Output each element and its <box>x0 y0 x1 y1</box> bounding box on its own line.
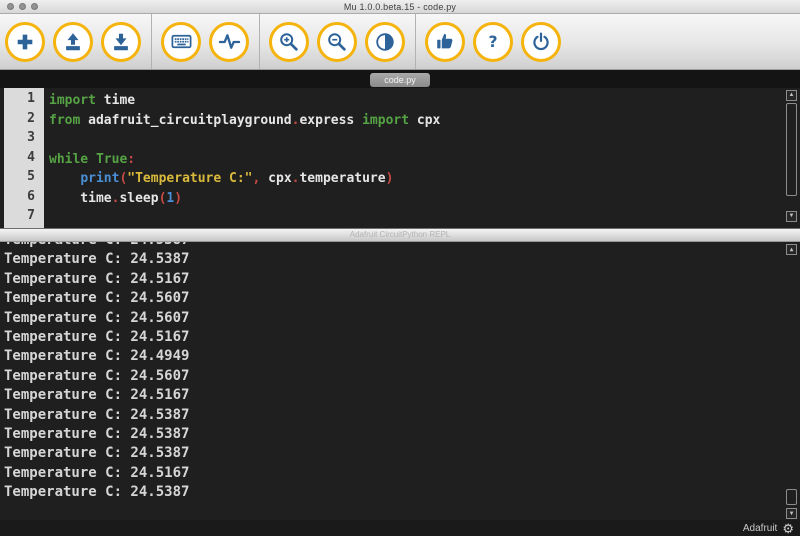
help-button[interactable]: ? <box>473 22 513 62</box>
toolbar-separator <box>415 14 416 69</box>
quit-button[interactable] <box>521 22 561 62</box>
gear-icon[interactable]: ⚙ <box>782 522 794 535</box>
upload-icon <box>62 31 84 53</box>
line-number: 3 <box>4 130 44 150</box>
scroll-down-arrow[interactable]: ▼ <box>786 508 797 519</box>
console-line: Temperature C: 24.5607 <box>4 367 800 386</box>
magnifier-minus-icon <box>326 31 348 53</box>
save-button[interactable] <box>101 22 141 62</box>
line-number: 4 <box>4 150 44 170</box>
serial-console[interactable]: Temperature C: 24.5387Temperature C: 24.… <box>0 242 800 520</box>
power-icon <box>530 31 552 53</box>
pulse-icon <box>218 30 241 53</box>
console-line: Temperature C: 24.5607 <box>4 309 800 328</box>
titlebar: Mu 1.0.0.beta.15 - code.py <box>0 0 800 14</box>
thumbs-up-icon <box>434 31 456 53</box>
close-button[interactable] <box>7 3 14 10</box>
keyboard-icon <box>170 30 193 53</box>
zoom-in-button[interactable] <box>269 22 309 62</box>
maximize-button[interactable] <box>31 3 38 10</box>
console-line: Temperature C: 24.5387 <box>4 406 800 425</box>
scroll-up-arrow[interactable]: ▲ <box>786 90 797 101</box>
question-icon: ? <box>482 31 504 53</box>
console-line: Temperature C: 24.5387 <box>4 250 800 269</box>
serial-output: Temperature C: 24.5387Temperature C: 24.… <box>4 242 800 502</box>
code-line: time.sleep(1) <box>49 189 800 209</box>
console-line: Temperature C: 24.5167 <box>4 328 800 347</box>
magnifier-plus-icon <box>278 31 300 53</box>
mu-window: Mu 1.0.0.beta.15 - code.py <box>0 0 800 536</box>
traffic-lights <box>7 3 38 10</box>
new-button[interactable] <box>5 22 45 62</box>
plus-icon <box>14 31 36 53</box>
tab-bar: code.py <box>0 70 800 88</box>
window-title: Mu 1.0.0.beta.15 - code.py <box>344 2 456 12</box>
console-line: Temperature C: 24.4949 <box>4 347 800 366</box>
download-icon <box>110 31 132 53</box>
zoom-out-button[interactable] <box>317 22 357 62</box>
mode-label[interactable]: Adafruit <box>743 523 777 534</box>
console-line: Temperature C: 24.5387 <box>4 483 800 502</box>
code-area[interactable]: import timefrom adafruit_circuitplaygrou… <box>44 88 800 228</box>
scrollbar-thumb[interactable] <box>786 489 797 505</box>
theme-button[interactable] <box>365 22 405 62</box>
code-line: print("Temperature C:", cpx.temperature) <box>49 169 800 189</box>
code-line <box>49 208 800 228</box>
check-button[interactable] <box>425 22 465 62</box>
toolbar-separator <box>259 14 260 69</box>
minimize-button[interactable] <box>19 3 26 10</box>
line-number: 1 <box>4 91 44 111</box>
console-line: Temperature C: 24.5607 <box>4 289 800 308</box>
scrollbar-thumb[interactable] <box>786 103 797 196</box>
line-number: 5 <box>4 169 44 189</box>
scroll-up-arrow[interactable]: ▲ <box>786 244 797 255</box>
console-line: Temperature C: 24.5167 <box>4 270 800 289</box>
serial-button[interactable] <box>209 22 249 62</box>
console-line: Temperature C: 24.5387 <box>4 425 800 444</box>
toolbar: ? <box>0 14 800 70</box>
line-number: 2 <box>4 111 44 131</box>
contrast-icon <box>374 31 396 53</box>
load-button[interactable] <box>53 22 93 62</box>
svg-text:?: ? <box>488 33 497 51</box>
console-line: Temperature C: 24.5387 <box>4 242 800 250</box>
code-line: import time <box>49 91 800 111</box>
code-line <box>49 130 800 150</box>
tab-code-py[interactable]: code.py <box>370 73 430 87</box>
repl-button[interactable] <box>161 22 201 62</box>
code-editor[interactable]: 1234567 import timefrom adafruit_circuit… <box>0 88 800 228</box>
console-line: Temperature C: 24.5387 <box>4 444 800 463</box>
scroll-down-arrow[interactable]: ▼ <box>786 211 797 222</box>
code-line: from adafruit_circuitplayground.express … <box>49 111 800 131</box>
line-number: 7 <box>4 208 44 228</box>
console-line: Temperature C: 24.5167 <box>4 464 800 483</box>
code-line: while True: <box>49 150 800 170</box>
status-bar: Adafruit ⚙ <box>0 520 800 536</box>
toolbar-separator <box>151 14 152 69</box>
line-number: 6 <box>4 189 44 209</box>
line-number-gutter: 1234567 <box>4 88 44 228</box>
serial-pane-title[interactable]: Adafruit CircuitPython REPL <box>0 228 800 242</box>
console-line: Temperature C: 24.5167 <box>4 386 800 405</box>
